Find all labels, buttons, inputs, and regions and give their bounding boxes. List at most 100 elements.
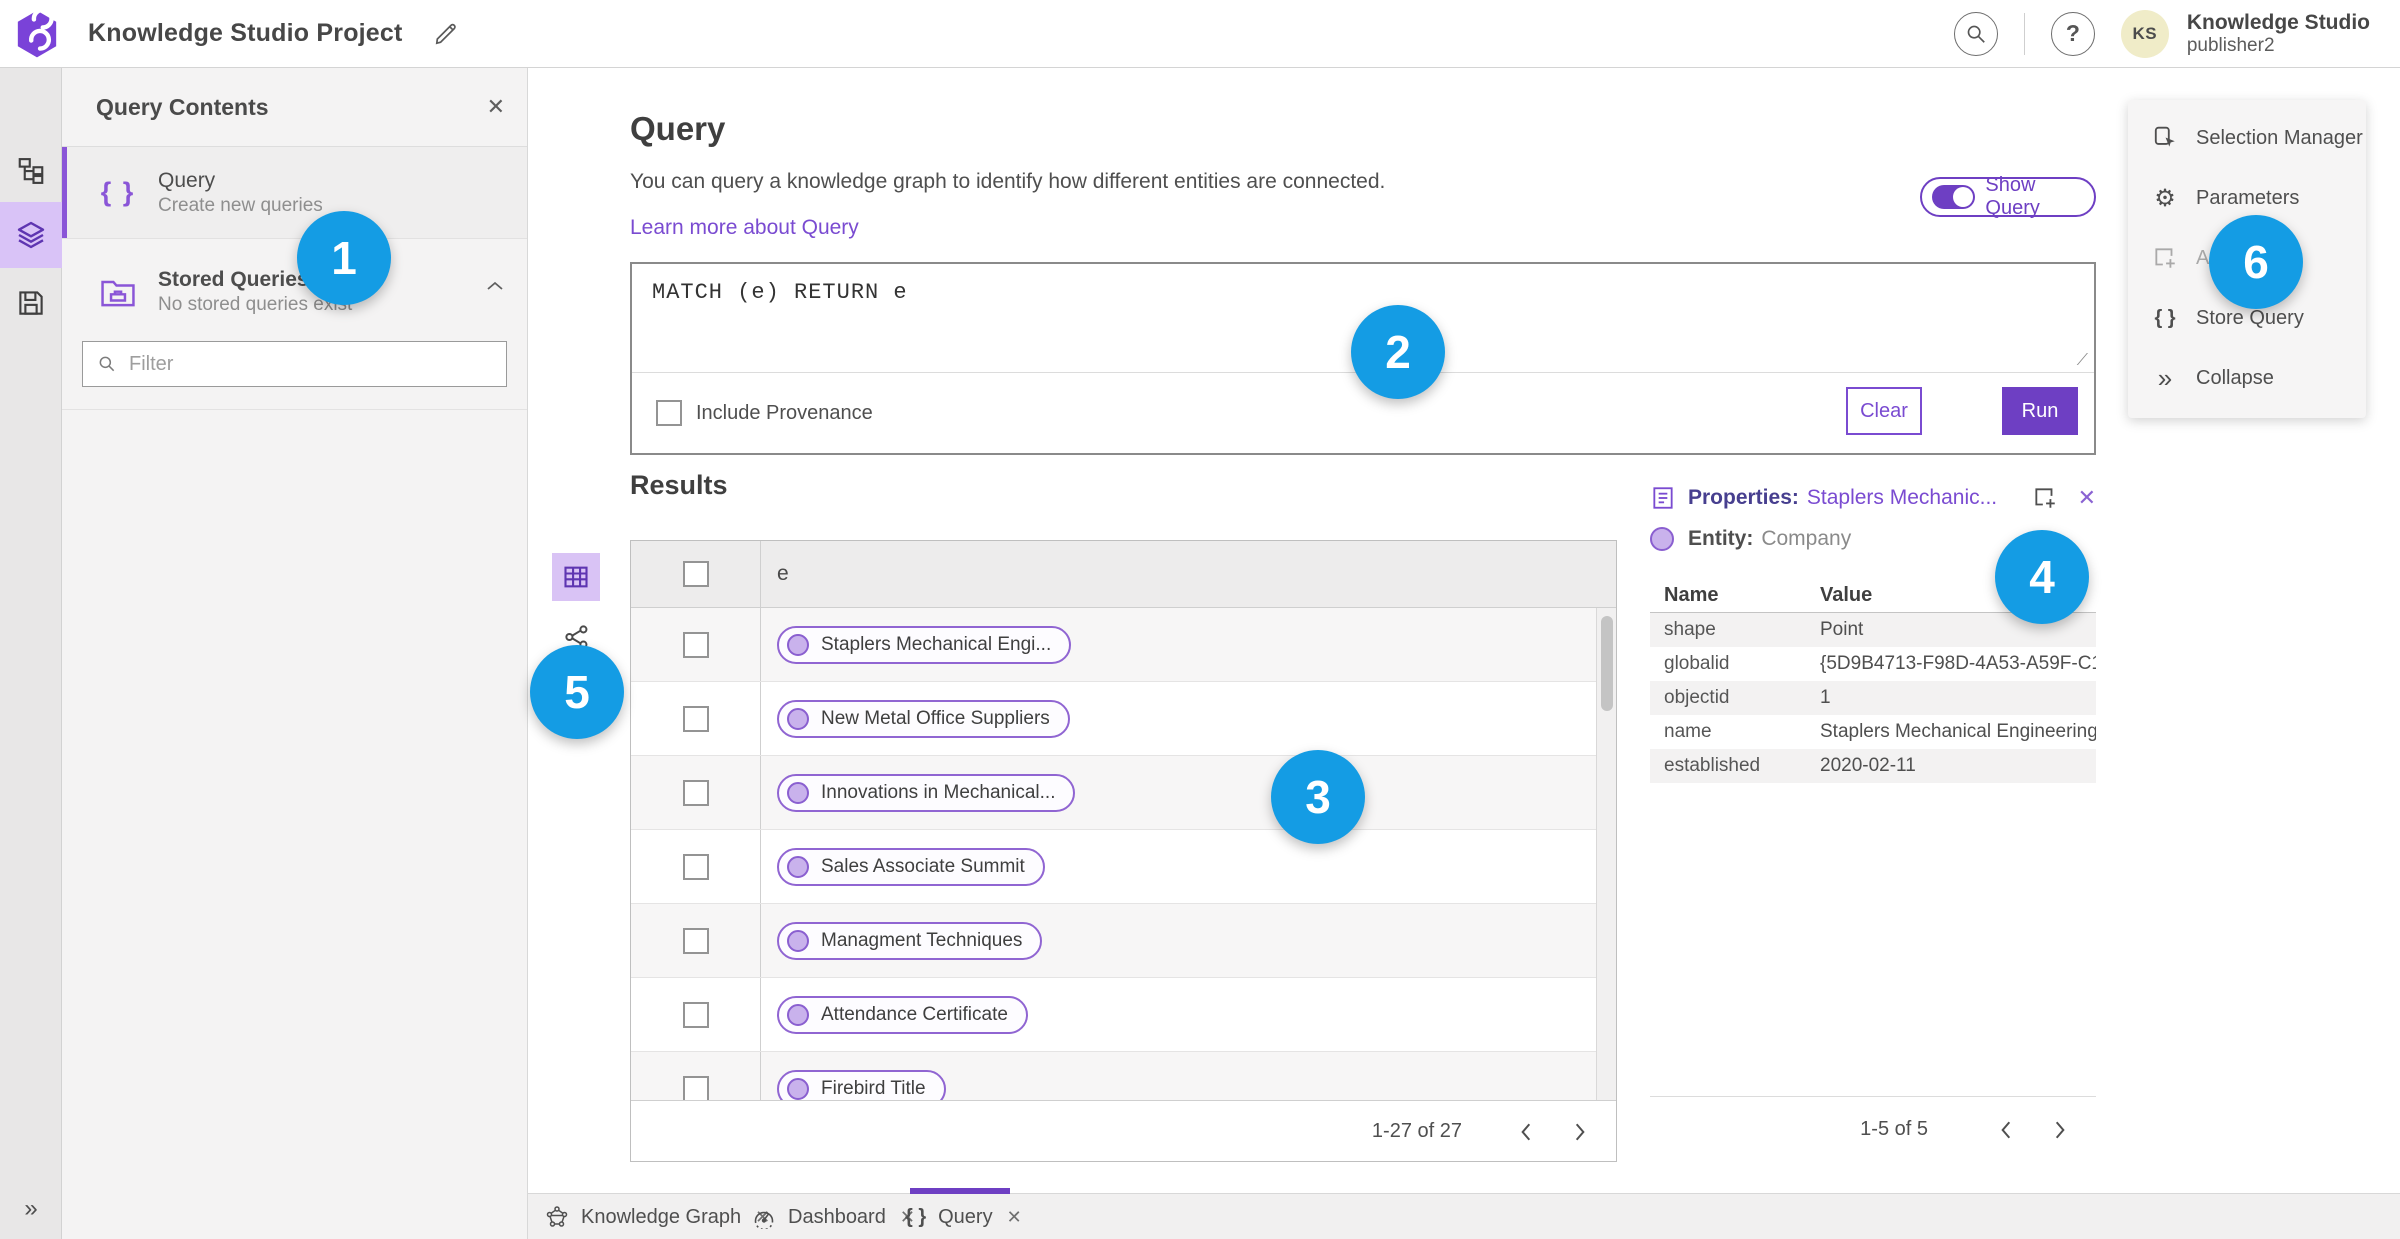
row-checkbox[interactable] [682,927,709,954]
row-checkbox[interactable] [682,779,709,806]
entity-label: Attendance Certificate [821,1003,1008,1025]
entity-label: Sales Associate Summit [821,855,1025,877]
menu-item-label: Collapse [2196,366,2274,389]
table-view-button[interactable] [552,553,600,601]
row-checkbox[interactable] [682,853,709,880]
left-icon-rail: » [0,68,62,1239]
sidebar-item-query[interactable]: { } Query Create new queries [62,147,527,239]
entity-dot-icon [787,1003,809,1026]
layers-button[interactable] [0,202,62,268]
data-model-icon [18,158,44,184]
add-to-map-icon[interactable] [2032,485,2058,511]
entity-pill[interactable]: New Metal Office Suppliers [777,699,1070,738]
top-bar-right: ? KS Knowledge Studio publisher2 [1953,9,2370,58]
expand-panel-button[interactable]: » [0,1187,62,1231]
property-row: objectid 1 [1650,681,2096,715]
property-value: 2020-02-11 [1820,755,1916,776]
property-name: globalid [1664,653,1730,674]
search-icon [1967,25,1985,43]
run-button[interactable]: Run [2002,387,2078,435]
entity-pill[interactable]: Firebird Title [777,1069,946,1100]
chevrons-right-icon: » [24,1195,38,1222]
dashboard-icon [754,1211,774,1229]
filter-input[interactable] [129,352,492,376]
scrollbar-thumb[interactable] [1601,616,1613,711]
braces-icon: { } [905,1205,927,1228]
collapse-stored-queries-button[interactable] [485,279,505,293]
annotation-circle-1: 1 [297,211,391,305]
row-checkbox[interactable] [682,705,709,732]
knowledge-studio-app: Knowledge Studio Project ? KS Knowledge … [0,0,2400,1239]
annotation-circle-4: 4 [1995,530,2089,624]
include-provenance-checkbox[interactable] [656,400,682,426]
row-checkbox[interactable] [682,1001,709,1028]
close-panel-button[interactable]: ✕ [487,94,505,120]
results-table-header: e [631,541,1616,608]
close-properties-button[interactable]: ✕ [2078,485,2096,511]
search-button[interactable] [1953,11,1998,56]
tab-knowledge-graph[interactable]: Knowledge Graph ✕ [545,1194,770,1239]
results-table-body: Staplers Mechanical Engi... New Metal Of… [631,608,1616,1100]
menu-item-collapse[interactable]: » Collapse [2128,348,2366,408]
entity-pill[interactable]: Sales Associate Summit [777,847,1045,886]
user-role: publisher2 [2186,34,2275,56]
entity-dot-icon [787,707,809,730]
results-table: e Staplers Mechanical Engi... New Metal … [630,540,1617,1162]
column-header-name: Name [1664,584,1719,606]
header-checkbox-cell [631,541,761,607]
next-page-button[interactable] [1562,1114,1598,1150]
pencil-icon [435,23,456,44]
collapse-icon: » [2157,362,2173,393]
entity-label: Entity: [1688,527,1754,550]
menu-item-selection-manager[interactable]: Selection Manager [2128,108,2366,168]
previous-page-button[interactable] [1508,1114,1544,1150]
table-scrollbar[interactable] [1596,608,1616,1100]
select-all-checkbox[interactable] [682,561,709,587]
close-tab-button[interactable]: ✕ [1007,1207,1022,1228]
resize-grip-icon[interactable]: ⟋ [2077,352,2088,370]
entity-pill[interactable]: Managment Techniques [777,921,1043,960]
tab-dashboard[interactable]: Dashboard ✕ [752,1194,915,1239]
learn-more-link[interactable]: Learn more about Query [630,216,859,240]
entity-pill[interactable]: Attendance Certificate [777,995,1028,1034]
toggle-switch-icon [1932,185,1976,209]
previous-page-button[interactable] [1988,1112,2024,1148]
add-to-map-icon [2155,248,2175,268]
tab-query[interactable]: { } Query ✕ [905,1194,1022,1239]
entity-pill[interactable]: Innovations in Mechanical... [777,773,1076,812]
divider [62,409,527,410]
row-checkbox[interactable] [682,631,709,658]
show-query-toggle[interactable]: Show Query [1920,174,2096,219]
entity-pill[interactable]: Staplers Mechanical Engi... [777,625,1072,664]
row-checkbox[interactable] [682,1075,709,1100]
menu-item-label: Selection Manager [2196,126,2363,149]
menu-item-label: Parameters [2196,186,2300,209]
annotation-circle-3: 3 [1271,750,1365,844]
annotation-circle-5: 5 [530,645,624,739]
item-title: Query [158,168,216,192]
entity-dot-icon [787,1077,809,1100]
table-view-icon [564,566,588,588]
edit-title-button[interactable] [429,17,463,51]
chevron-up-icon [487,281,503,290]
entity-label: Firebird Title [821,1077,926,1099]
properties-entity-link[interactable]: Staplers Mechanic... [1807,486,1997,510]
help-button[interactable]: ? [2050,11,2095,56]
property-row: globalid {5D9B4713-F98D-4A53-A59F-C11... [1650,647,2096,681]
next-page-button[interactable] [2042,1112,2078,1148]
topbar-divider [2023,12,2025,55]
entity-label: Managment Techniques [821,929,1023,951]
knowledge-studio-logo-icon [17,8,57,57]
data-model-button[interactable] [0,140,62,202]
avatar[interactable]: KS [2120,9,2169,58]
clear-button[interactable]: Clear [1846,387,1922,435]
query-editor-footer: Include Provenance Clear Run [632,373,2094,453]
stored-queries-filter [82,341,507,387]
sidebar-item-stored-queries[interactable]: Stored Queries No stored queries exist [62,249,527,335]
table-row: Attendance Certificate [631,978,1616,1052]
panel-title: Query Contents [96,93,269,120]
entity-dot-icon [787,855,809,878]
save-button[interactable] [0,272,62,334]
user-info[interactable]: Knowledge Studio publisher2 [2187,11,2370,57]
include-provenance-label: Include Provenance [696,401,873,424]
